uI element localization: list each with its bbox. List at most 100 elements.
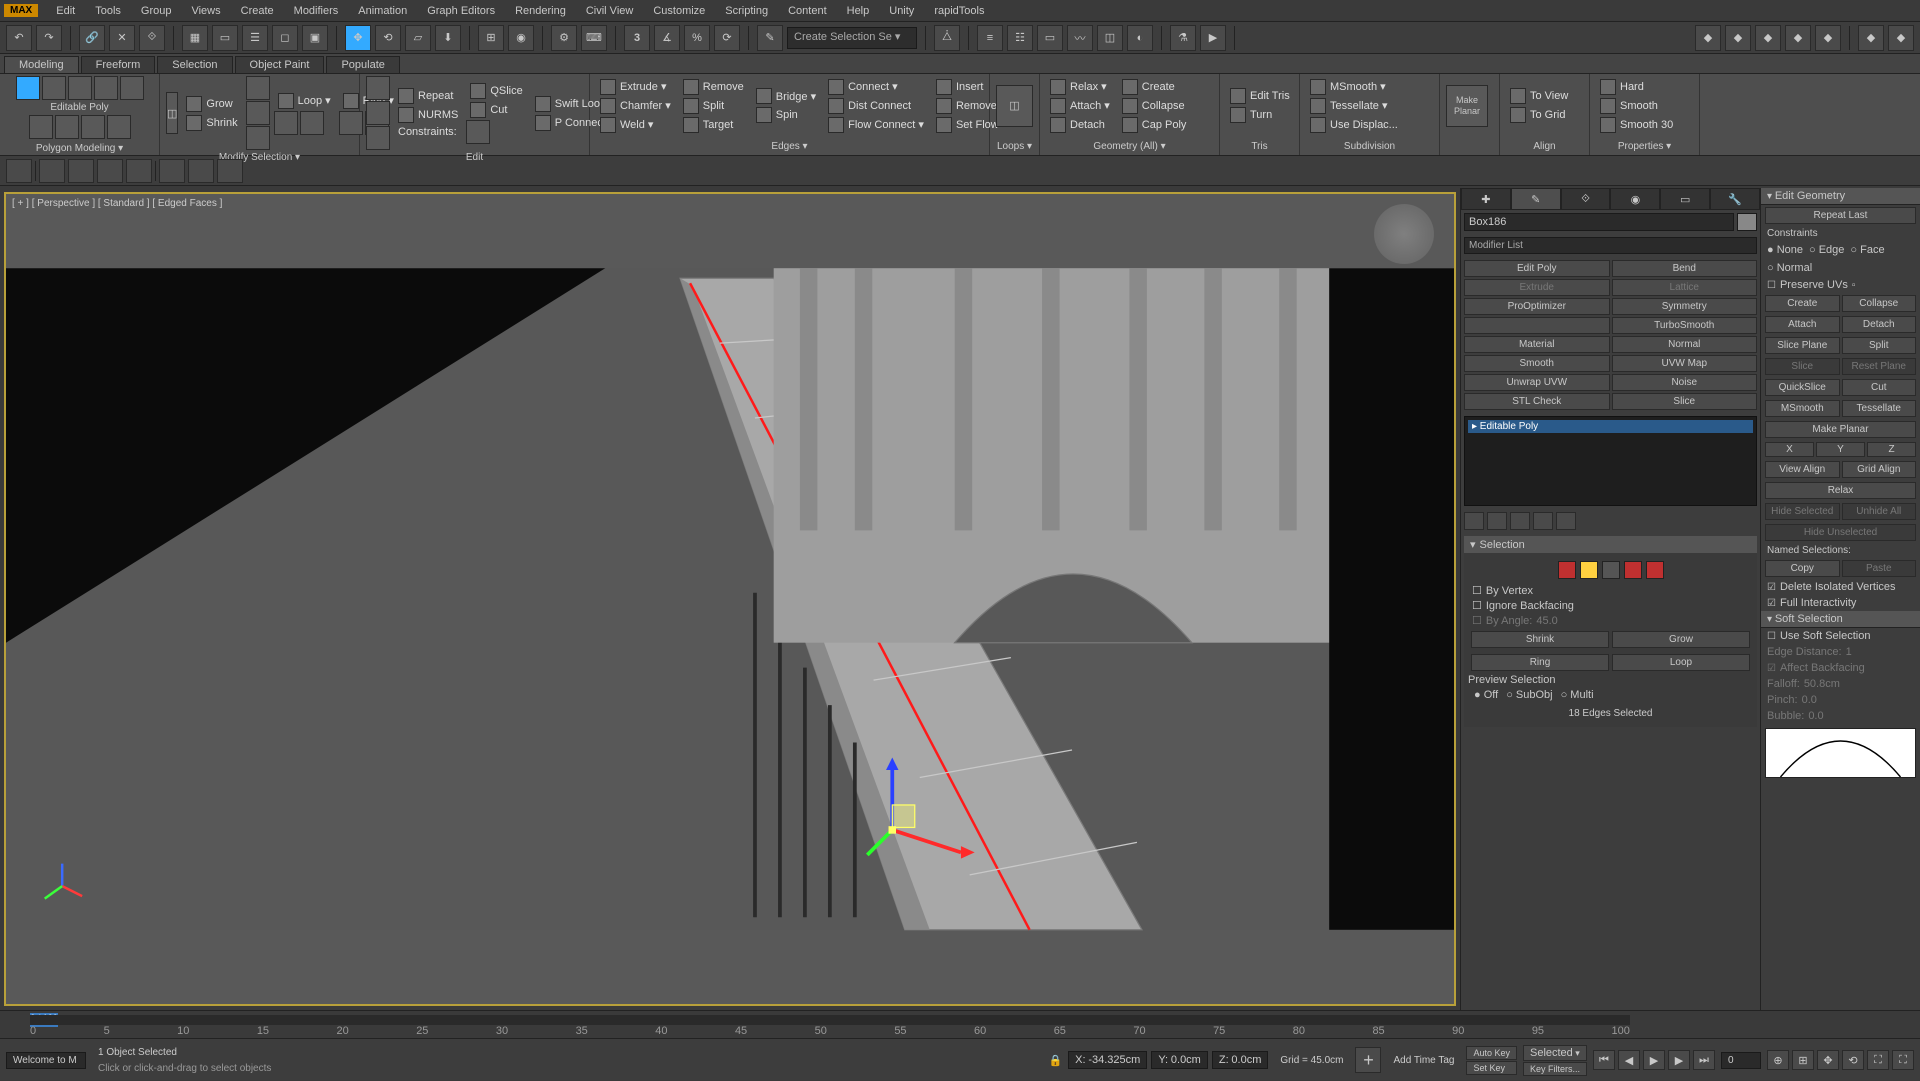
nurms-button[interactable]: NURMS xyxy=(394,106,462,124)
mod-stlcheck[interactable]: STL Check xyxy=(1464,393,1610,410)
window-crossing[interactable]: ▣ xyxy=(302,25,328,51)
menu-rendering[interactable]: Rendering xyxy=(505,5,576,17)
eg-attach[interactable]: Attach xyxy=(1765,316,1840,333)
by-angle-check[interactable]: ☐By Angle: 45.0 xyxy=(1468,613,1753,628)
repeat-button[interactable]: Repeat xyxy=(394,87,462,105)
object-name-field[interactable] xyxy=(1464,213,1734,231)
smooth30-button[interactable]: Smooth 30 xyxy=(1596,116,1677,134)
unlink-button[interactable]: ✕ xyxy=(109,25,135,51)
ref-coord[interactable]: ⊞ xyxy=(478,25,504,51)
render-setup[interactable]: ⚗ xyxy=(1170,25,1196,51)
modify-icon-1[interactable] xyxy=(246,76,270,100)
mini-4[interactable] xyxy=(97,159,123,183)
eg-msmooth[interactable]: MSmooth xyxy=(1765,400,1840,417)
falloff-field[interactable]: Falloff: 50.8cm xyxy=(1761,676,1920,692)
panel-tab-utilities[interactable]: 🔧 xyxy=(1710,188,1760,210)
next-frame[interactable]: ▶ xyxy=(1668,1050,1690,1070)
object-color-swatch[interactable] xyxy=(1737,213,1757,231)
mod-material[interactable]: Material xyxy=(1464,336,1610,353)
ribbon-label-geometry[interactable]: Geometry (All) ▾ xyxy=(1040,137,1219,155)
lock-icon[interactable]: 🔒 xyxy=(1048,1054,1062,1067)
ribbon-label-properties[interactable]: Properties ▾ xyxy=(1590,137,1699,155)
bubble-field[interactable]: Bubble: 0.0 xyxy=(1761,708,1920,724)
add-time-tag[interactable]: Add Time Tag xyxy=(1387,1053,1460,1068)
menu-tools[interactable]: Tools xyxy=(85,5,131,17)
mod-editpoly[interactable]: Edit Poly xyxy=(1464,260,1610,277)
modify-bigicon[interactable]: ◫ xyxy=(166,92,178,134)
goto-start[interactable]: ⏮ xyxy=(1593,1050,1615,1070)
usedisplac-button[interactable]: Use Displac... xyxy=(1306,116,1402,134)
modify-icon-2[interactable] xyxy=(246,101,270,125)
loop-sel-button[interactable]: Loop xyxy=(1612,654,1750,671)
detach-button[interactable]: Detach xyxy=(1046,116,1114,134)
mini-7[interactable] xyxy=(188,159,214,183)
nav-2[interactable]: ⊞ xyxy=(1792,1050,1814,1070)
by-vertex-check[interactable]: ☐By Vertex xyxy=(1468,583,1753,598)
keyboard-shortcut[interactable]: ⌨ xyxy=(581,25,607,51)
stack-pin[interactable] xyxy=(1464,512,1484,530)
align-button[interactable]: ≡ xyxy=(977,25,1003,51)
edit-named-sel[interactable]: ✎ xyxy=(757,25,783,51)
edit-geometry-title[interactable]: ▾ Edit Geometry xyxy=(1761,188,1920,205)
modify-sub-2[interactable] xyxy=(300,111,324,135)
constraint-none[interactable]: ● None xyxy=(1767,244,1803,256)
extra-tool-6[interactable]: ◆ xyxy=(1858,25,1884,51)
eg-sliceplane[interactable]: Slice Plane xyxy=(1765,337,1840,354)
chamfer-button[interactable]: Chamfer ▾ xyxy=(596,97,675,115)
edittris-button[interactable]: Edit Tris xyxy=(1226,87,1294,105)
constraint-edge[interactable]: ○ Edge xyxy=(1809,244,1844,256)
modify-sub-1[interactable] xyxy=(274,111,298,135)
percent-snap[interactable]: % xyxy=(684,25,710,51)
extra-tool-5[interactable]: ◆ xyxy=(1815,25,1841,51)
select-by-name[interactable]: ☰ xyxy=(242,25,268,51)
makeplanar-button[interactable]: Make Planar xyxy=(1446,85,1488,127)
mod-smooth[interactable]: Smooth xyxy=(1464,355,1610,372)
hard-button[interactable]: Hard xyxy=(1596,78,1677,96)
turn-button[interactable]: Turn xyxy=(1226,106,1294,124)
border-subobj[interactable] xyxy=(68,76,92,100)
target-button[interactable]: Target xyxy=(679,116,748,134)
timeline[interactable]: 0 / 100 05101520253035404550556065707580… xyxy=(0,1011,1920,1039)
use-soft-sel-check[interactable]: ☐ Use Soft Selection xyxy=(1761,628,1920,644)
ribbon-label-edges[interactable]: Edges ▾ xyxy=(590,137,989,155)
menu-edit[interactable]: Edit xyxy=(46,5,85,17)
eg-detach[interactable]: Detach xyxy=(1842,316,1917,333)
extrude-button[interactable]: Extrude ▾ xyxy=(596,78,675,96)
eg-copy[interactable]: Copy xyxy=(1765,560,1840,577)
distconnect-button[interactable]: Dist Connect xyxy=(824,97,928,115)
constraint-normal[interactable]: ○ Normal xyxy=(1767,262,1812,274)
eg-create[interactable]: Create xyxy=(1765,295,1840,312)
maxscript-listener[interactable]: Welcome to M xyxy=(6,1052,86,1069)
manipulate[interactable]: ⚙ xyxy=(551,25,577,51)
subobj-border[interactable] xyxy=(1602,561,1620,579)
smooth-button[interactable]: Smooth xyxy=(1596,97,1677,115)
nav-6[interactable]: ⛶ xyxy=(1892,1050,1914,1070)
qslice-button[interactable]: QSlice xyxy=(466,82,526,100)
mod-turbosmooth[interactable]: TurboSmooth xyxy=(1612,317,1758,334)
menu-create[interactable]: Create xyxy=(231,5,284,17)
grow-sel-button[interactable]: Grow xyxy=(1612,631,1750,648)
weld-button[interactable]: Weld ▾ xyxy=(596,116,675,134)
modifier-list-dropdown[interactable]: Modifier List xyxy=(1464,237,1757,254)
tab-freeform[interactable]: Freeform xyxy=(81,56,156,73)
nav-4[interactable]: ⟲ xyxy=(1842,1050,1864,1070)
shrink-sel-button[interactable]: Shrink xyxy=(1471,631,1609,648)
prev-frame[interactable]: ◀ xyxy=(1618,1050,1640,1070)
eg-quickslice[interactable]: QuickSlice xyxy=(1765,379,1840,396)
collapse-button[interactable]: Collapse xyxy=(1118,97,1191,115)
angle-snap[interactable]: ∡ xyxy=(654,25,680,51)
viewport-label[interactable]: [ + ] [ Perspective ] [ Standard ] [ Edg… xyxy=(12,198,222,209)
eg-makeplanar[interactable]: Make Planar xyxy=(1765,421,1916,438)
nav-5[interactable]: ⛶ xyxy=(1867,1050,1889,1070)
delete-isolated-check[interactable]: ☑ Delete Isolated Vertices xyxy=(1761,579,1920,595)
menu-content[interactable]: Content xyxy=(778,5,837,17)
eg-viewalign[interactable]: View Align xyxy=(1765,461,1840,478)
select-object[interactable]: ▭ xyxy=(212,25,238,51)
menu-customize[interactable]: Customize xyxy=(643,5,715,17)
ribbon-label-loops[interactable]: Loops ▾ xyxy=(990,137,1039,155)
loop-button[interactable]: Loop ▾ xyxy=(274,92,335,110)
mini-1[interactable] xyxy=(6,159,32,183)
undo-button[interactable]: ↶ xyxy=(6,25,32,51)
menu-group[interactable]: Group xyxy=(131,5,182,17)
preview-off[interactable]: ● Off xyxy=(1474,689,1498,701)
